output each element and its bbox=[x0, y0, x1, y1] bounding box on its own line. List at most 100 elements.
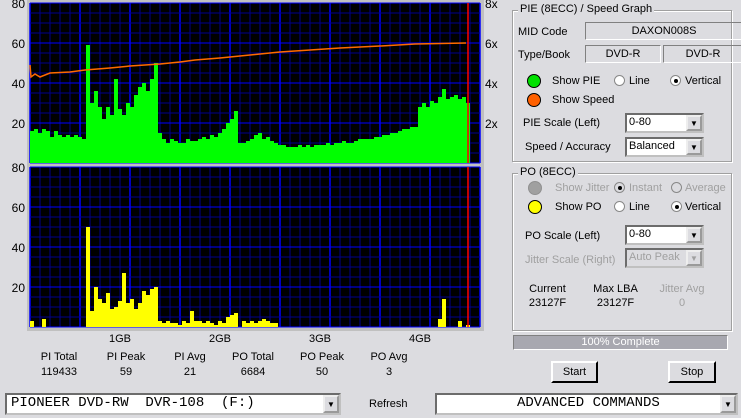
pie-bar bbox=[270, 141, 274, 163]
po-bar bbox=[114, 307, 118, 327]
pie-bar bbox=[366, 139, 370, 163]
refresh-link[interactable]: Refresh bbox=[369, 398, 408, 410]
stop-button[interactable]: Stop bbox=[668, 361, 716, 383]
pie-bar bbox=[86, 45, 90, 163]
po-bar bbox=[30, 321, 34, 327]
chevron-down-icon[interactable]: ▼ bbox=[323, 395, 339, 413]
pie-bar bbox=[66, 135, 70, 163]
po-bar bbox=[178, 325, 182, 327]
pie-bar bbox=[266, 137, 270, 163]
po-bar bbox=[150, 289, 154, 327]
pie-line-label: Line bbox=[629, 75, 650, 87]
pie-bar bbox=[398, 131, 402, 163]
po-bar bbox=[182, 321, 186, 327]
pie-bar bbox=[194, 141, 198, 163]
po-bar bbox=[186, 323, 190, 327]
pie-bar bbox=[386, 135, 390, 163]
pie-bar bbox=[346, 143, 350, 163]
y-tick-label: 40 bbox=[12, 77, 26, 91]
jitter-scale-label: Jitter Scale (Right) bbox=[525, 254, 616, 266]
pie-bar bbox=[150, 79, 154, 163]
pie-bar bbox=[162, 139, 166, 163]
pie-bar bbox=[442, 89, 446, 163]
pie-line-radio[interactable] bbox=[614, 75, 625, 86]
pie-bar bbox=[374, 137, 378, 163]
pie-bar bbox=[334, 143, 338, 163]
po-bar bbox=[142, 291, 146, 327]
chevron-down-icon[interactable]: ▼ bbox=[686, 115, 702, 131]
pie-bar bbox=[294, 147, 298, 163]
pie-bar bbox=[438, 97, 442, 163]
pie-group-title: PIE (8ECC) / Speed Graph bbox=[518, 3, 655, 15]
pie-bar bbox=[302, 147, 306, 163]
po-vertical-label: Vertical bbox=[685, 201, 722, 213]
chevron-down-icon[interactable]: ▼ bbox=[686, 139, 702, 155]
po-bar bbox=[154, 287, 158, 327]
pie-bar bbox=[414, 127, 418, 163]
pie-bar bbox=[306, 145, 310, 163]
po-bar bbox=[270, 323, 274, 327]
mid-code-label: MID Code bbox=[518, 26, 568, 38]
po-bar bbox=[86, 227, 90, 327]
pie-bar bbox=[342, 141, 346, 163]
pie-bar bbox=[278, 145, 282, 163]
pie-bar bbox=[122, 115, 126, 163]
po-vertical-radio[interactable] bbox=[671, 201, 682, 212]
pie-bar bbox=[462, 97, 466, 163]
po-bar bbox=[126, 303, 130, 327]
speed-tick-label: 6x bbox=[485, 37, 498, 51]
show-speed-toggle[interactable] bbox=[527, 93, 541, 107]
pie-bar bbox=[250, 139, 254, 163]
pie-scale-select[interactable]: 0-80 ▼ bbox=[625, 113, 704, 133]
speed-tick-label: 8x bbox=[485, 0, 498, 11]
pie-bar bbox=[110, 115, 114, 163]
po-scale-select[interactable]: 0-80 ▼ bbox=[625, 225, 704, 245]
pie-bar bbox=[206, 139, 210, 163]
pie-vertical-radio[interactable] bbox=[670, 75, 681, 86]
po-bar bbox=[110, 309, 114, 327]
advanced-value: ADVANCED COMMANDS bbox=[517, 395, 660, 411]
speed-accuracy-select[interactable]: Balanced ▼ bbox=[625, 137, 704, 157]
pie-bar bbox=[54, 131, 58, 163]
pie-bar bbox=[450, 97, 454, 163]
jitter-scale-select: Auto Peak ▼ bbox=[625, 248, 704, 268]
speed-tick-label: 2x bbox=[485, 117, 498, 131]
po-bar bbox=[202, 323, 206, 327]
po-bar bbox=[138, 303, 142, 327]
current-value: 23127F bbox=[528, 297, 567, 309]
chevron-down-icon[interactable]: ▼ bbox=[686, 227, 702, 243]
pie-bar bbox=[146, 91, 150, 163]
po-bar bbox=[174, 323, 178, 327]
pie-po-chart: 20 40 60 80 20 40 60 80 2x 4x 6x 8x 1GB 2GB 3GB 4GB bbox=[12, 0, 498, 345]
show-po-toggle[interactable] bbox=[528, 200, 542, 214]
book-type-field: DVD-R bbox=[663, 45, 741, 63]
chevron-down-icon[interactable]: ▼ bbox=[720, 395, 736, 413]
pie-bar bbox=[106, 107, 110, 163]
pie-bar bbox=[274, 143, 278, 163]
po-bar bbox=[438, 319, 442, 327]
pie-vertical-label: Vertical bbox=[685, 75, 722, 87]
pie-bar bbox=[310, 147, 314, 163]
y-tick-label: 20 bbox=[12, 117, 26, 131]
po-bar bbox=[130, 299, 134, 327]
advanced-commands-select[interactable]: ADVANCED COMMANDS ▼ bbox=[435, 393, 738, 415]
pie-bar bbox=[378, 137, 382, 163]
max-lba-value: 23127F bbox=[596, 297, 635, 309]
x-tick-label: 2GB bbox=[209, 333, 231, 345]
pie-bar bbox=[322, 145, 326, 163]
pie-bar bbox=[354, 141, 358, 163]
pie-bar bbox=[142, 83, 146, 163]
pie-bar bbox=[158, 133, 162, 163]
pie-bar bbox=[190, 141, 194, 163]
stat-label: PO Peak bbox=[299, 351, 345, 363]
pie-bar bbox=[326, 143, 330, 163]
po-bar bbox=[206, 321, 210, 327]
po-bar bbox=[158, 321, 162, 327]
po-bar bbox=[146, 295, 150, 327]
show-pie-toggle[interactable] bbox=[527, 74, 541, 88]
y-tick-label: 80 bbox=[12, 0, 26, 11]
po-line-radio[interactable] bbox=[614, 201, 625, 212]
drive-select[interactable]: PIONEER DVD-RW DVR-108 (F:) ▼ bbox=[5, 393, 341, 415]
pie-bar bbox=[78, 137, 82, 163]
start-button[interactable]: Start bbox=[551, 361, 598, 383]
